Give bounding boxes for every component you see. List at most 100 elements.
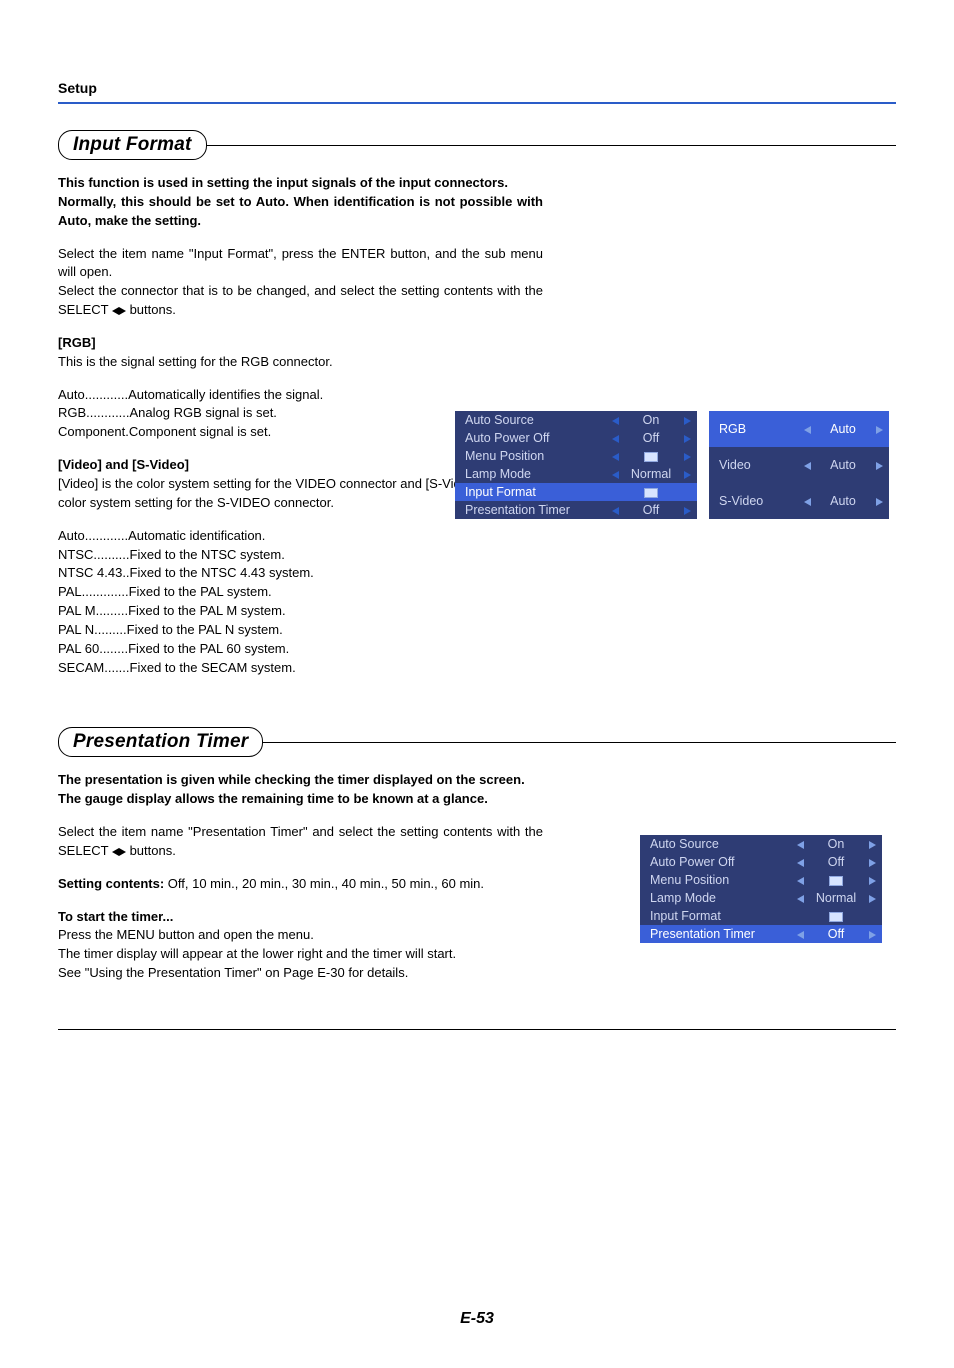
section-rule bbox=[206, 145, 897, 146]
menu-item-value: Off bbox=[625, 429, 677, 447]
osd-menu-input-format: Auto SourceOnAuto Power Off Off Menu Posit… bbox=[455, 411, 889, 519]
def-value: Fixed to the NTSC system. bbox=[130, 546, 285, 565]
arrow-left-icon bbox=[790, 853, 810, 871]
def-dots: .. bbox=[122, 564, 129, 583]
def-key: PAL N bbox=[58, 621, 94, 640]
def-value: Fixed to the NTSC 4.43 system. bbox=[130, 564, 314, 583]
menu-row: Auto SourceOn bbox=[455, 411, 697, 429]
arrow-left-icon bbox=[605, 483, 625, 501]
menu-item-value: On bbox=[810, 835, 862, 853]
def-row: PAL N ......... Fixed to the PAL N syste… bbox=[58, 621, 896, 640]
arrow-left-icon bbox=[790, 889, 810, 907]
arrow-left-icon bbox=[790, 835, 810, 853]
menu-item-name: Presentation Timer bbox=[640, 925, 790, 943]
menu-item-value: Auto bbox=[817, 411, 869, 447]
menu-item-name: Menu Position bbox=[640, 871, 790, 889]
menu-row: Auto Power Off Off bbox=[640, 853, 882, 871]
thumbnail-icon bbox=[644, 488, 658, 498]
arrow-right-icon bbox=[869, 483, 889, 519]
arrow-right-icon bbox=[862, 853, 882, 871]
def-dots: ......... bbox=[94, 621, 127, 640]
arrow-left-icon bbox=[797, 411, 817, 447]
menu-item-name: RGB bbox=[709, 411, 797, 447]
arrow-right-icon bbox=[677, 483, 697, 501]
paragraph: Select the item name "Presentation Timer… bbox=[58, 823, 543, 861]
def-dots: ............ bbox=[86, 404, 129, 423]
triangle-right-icon bbox=[119, 848, 126, 856]
def-key: RGB bbox=[58, 404, 86, 423]
arrow-right-icon bbox=[869, 447, 889, 483]
menu-item-name: Auto Power Off bbox=[455, 429, 605, 447]
arrow-left-icon bbox=[605, 465, 625, 483]
section-heading-row: Presentation Timer bbox=[58, 727, 896, 757]
def-row: NTSC .......... Fixed to the NTSC system… bbox=[58, 546, 896, 565]
menu-item-name: Input Format bbox=[640, 907, 790, 925]
def-key: SECAM bbox=[58, 659, 104, 678]
menu-row: Lamp ModeNormal bbox=[640, 889, 882, 907]
arrow-left-icon bbox=[790, 925, 810, 943]
menu-item-value: Normal bbox=[625, 465, 677, 483]
header-setup: Setup bbox=[58, 80, 97, 96]
thumbnail-icon bbox=[644, 452, 658, 462]
page-number: E-53 bbox=[58, 1310, 896, 1328]
menu-item-value: Normal bbox=[810, 889, 862, 907]
thumbnail-icon bbox=[829, 912, 843, 922]
def-dots: ............. bbox=[82, 583, 129, 602]
arrow-left-icon bbox=[797, 447, 817, 483]
section-title-presentation-timer: Presentation Timer bbox=[58, 727, 263, 757]
menu-row: Input Format bbox=[640, 907, 882, 925]
def-row: PAL M ......... Fixed to the PAL M syste… bbox=[58, 602, 896, 621]
arrow-right-icon bbox=[677, 447, 697, 465]
menu-row: Lamp Mode Normal bbox=[455, 465, 697, 483]
menu-row: Presentation TimerOff bbox=[455, 501, 697, 519]
arrow-right-icon bbox=[677, 465, 697, 483]
def-row: Auto ............ Automatic identificati… bbox=[58, 527, 896, 546]
def-dots: ......... bbox=[96, 602, 129, 621]
menu-item-value: Off bbox=[625, 501, 677, 519]
def-value: Automatically identifies the signal. bbox=[128, 386, 323, 405]
def-value: Fixed to the PAL system. bbox=[129, 583, 272, 602]
def-dots: ....... bbox=[104, 659, 129, 678]
menu-item-name: Input Format bbox=[455, 483, 605, 501]
triangle-left-icon bbox=[112, 848, 119, 856]
def-key: PAL M bbox=[58, 602, 96, 621]
menu-item-name: Auto Source bbox=[640, 835, 790, 853]
intro-text: This function is used in setting the inp… bbox=[58, 174, 543, 231]
setting-contents: Setting contents: Off, 10 min., 20 min.,… bbox=[58, 875, 543, 894]
def-row: PAL 60 ........ Fixed to the PAL 60 syst… bbox=[58, 640, 896, 659]
section-title-input-format: Input Format bbox=[58, 130, 207, 160]
def-row: Auto ............ Automatically identifi… bbox=[58, 386, 896, 405]
menu-item-name: Auto Power Off bbox=[640, 853, 790, 871]
section-rule bbox=[262, 742, 896, 743]
menu-row: Menu Position bbox=[640, 871, 882, 889]
menu-item-name: Menu Position bbox=[455, 447, 605, 465]
menu-item-value bbox=[625, 483, 677, 501]
menu-row: RGB Auto bbox=[709, 411, 889, 447]
menu-item-value: On bbox=[625, 411, 677, 429]
menu-item-name: Lamp Mode bbox=[455, 465, 605, 483]
def-key: PAL bbox=[58, 583, 82, 602]
rgb-heading: [RGB] bbox=[58, 335, 96, 350]
menu-item-value bbox=[625, 447, 677, 465]
def-row: NTSC 4.43 .. Fixed to the NTSC 4.43 syst… bbox=[58, 564, 896, 583]
footer-rule bbox=[58, 1029, 896, 1030]
arrow-right-icon bbox=[862, 925, 882, 943]
start-timer-block: To start the timer... Press the MENU but… bbox=[58, 908, 543, 983]
video-def-list: Auto ............ Automatic identificati… bbox=[58, 527, 896, 678]
menu-item-value bbox=[810, 907, 862, 925]
page: Setup Input Format This function is used… bbox=[0, 0, 954, 1368]
page-header: Setup bbox=[58, 80, 896, 104]
arrow-right-icon bbox=[677, 501, 697, 519]
menu-item-name: S-Video bbox=[709, 483, 797, 519]
intro-text: The presentation is given while checking… bbox=[58, 771, 543, 809]
menu-item-value: Off bbox=[810, 853, 862, 871]
arrow-right-icon bbox=[862, 835, 882, 853]
arrow-right-icon bbox=[862, 907, 882, 925]
def-dots: ........ bbox=[99, 640, 128, 659]
menu-row: Input Format bbox=[455, 483, 697, 501]
menu-row: S-VideoAuto bbox=[709, 483, 889, 519]
rgb-desc: This is the signal setting for the RGB c… bbox=[58, 354, 333, 369]
def-value: Fixed to the PAL N system. bbox=[127, 621, 283, 640]
def-key: NTSC bbox=[58, 546, 93, 565]
menu-row: Presentation TimerOff bbox=[640, 925, 882, 943]
